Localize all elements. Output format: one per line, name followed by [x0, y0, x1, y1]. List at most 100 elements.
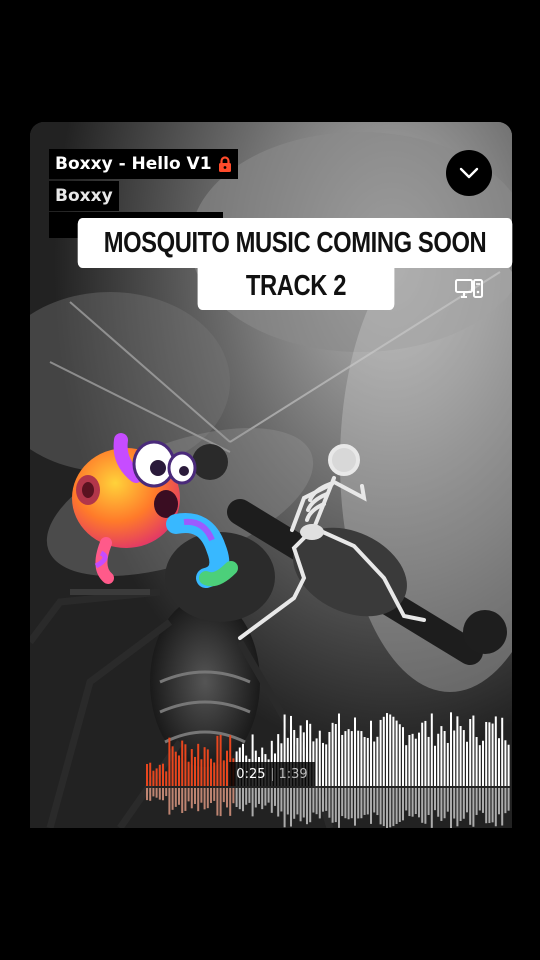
waveform-reflection-bar [190, 788, 193, 809]
skeleton-sticker [238, 444, 426, 640]
waveform-reflection-bar [162, 788, 164, 801]
waveform-reflection-bar [235, 788, 238, 808]
waveform-reflection-bar [210, 788, 212, 804]
waveform-reflection-bar [414, 788, 417, 815]
waveform-bar [498, 738, 500, 786]
waveform-bar [418, 732, 420, 786]
waveform-reflection-bar [446, 788, 449, 812]
waveform-bar [488, 722, 491, 786]
waveform-reflection-bar [382, 788, 385, 827]
collapse-button[interactable] [446, 150, 492, 196]
waveform-reflection-bar [440, 788, 443, 821]
waveform-reflection-bar [341, 788, 344, 817]
waveform-reflection-bar [216, 788, 219, 816]
waveform-bar [386, 713, 388, 786]
waveform-reflection-bar [296, 788, 299, 815]
waveform-reflection-bar [299, 788, 302, 822]
waveform-bar [411, 733, 414, 786]
waveform-bar [366, 737, 369, 786]
waveform-bar [178, 755, 180, 786]
waveform-reflection-bar [376, 788, 379, 816]
waveform-reflection-bar [229, 788, 232, 816]
waveform-bar [469, 719, 472, 786]
monitor-icon[interactable] [455, 278, 483, 300]
waveform-reflection-bar [424, 788, 427, 824]
waveform-bar [344, 731, 347, 786]
waveform-reflection-bar [389, 788, 392, 828]
waveform-reflection-bar [251, 788, 254, 817]
waveform-reflection-bar [411, 788, 414, 817]
waveform-reflection-bar [168, 788, 171, 815]
waveform-reflection-bar [149, 788, 152, 801]
waveform-reflection-bar [360, 788, 363, 819]
waveform-bar [226, 750, 228, 786]
waveform-reflection-bar [354, 788, 356, 826]
waveform-bar [440, 726, 443, 786]
artist-chip[interactable]: Boxxy [49, 181, 119, 211]
waveform-bar [459, 726, 462, 786]
waveform-bar [395, 720, 398, 786]
waveform-reflection-bar [344, 788, 347, 819]
waveform-bar [184, 744, 187, 786]
waveform-reflection-bar [501, 788, 504, 826]
waveform-bar [427, 736, 430, 786]
waveform-reflection-bar [331, 788, 334, 823]
waveform-reflection-bar [184, 788, 187, 811]
waveform-bar [341, 734, 344, 786]
waveform-reflection-bar [270, 788, 273, 813]
waveform-reflection-bar [434, 788, 436, 811]
waveform-reflection-bar [405, 788, 408, 811]
waveform-reflection-bar [427, 788, 430, 815]
waveform-bar [158, 764, 161, 786]
waveform-reflection-bar [408, 788, 411, 817]
waveform-reflection-bar [459, 788, 462, 821]
waveform-bar [181, 740, 184, 786]
total-duration: 1:39 [278, 766, 308, 782]
waveform-bar [382, 716, 385, 786]
waveform-reflection-bar [178, 788, 180, 805]
waveform-bar [472, 715, 475, 786]
waveform-bar [187, 761, 190, 786]
waveform-reflection-bar [152, 788, 155, 797]
artist-name[interactable]: Boxxy [55, 186, 113, 206]
waveform-bar [453, 730, 456, 786]
waveform-bar [405, 745, 408, 786]
waveform-reflection-bar [504, 788, 507, 814]
waveform-bar [392, 716, 395, 786]
track-title: Boxxy - Hello V1 [55, 154, 212, 174]
waveform-bar [507, 744, 510, 786]
waveform-reflection-bar [485, 788, 488, 824]
waveform-reflection-bar [488, 788, 491, 824]
waveform-bar [373, 741, 376, 786]
waveform-reflection-bar [478, 788, 481, 811]
waveform-reflection-bar [290, 788, 292, 827]
waveform-bar [222, 760, 225, 786]
waveform-reflection-bar [453, 788, 456, 819]
waveform-reflection-bar [286, 788, 289, 815]
waveform-reflection-bar [334, 788, 337, 823]
waveform-reflection-bar [264, 788, 267, 806]
waveform-bar [430, 713, 433, 786]
waveform-reflection-bar [277, 788, 280, 817]
waveform-bar [325, 744, 328, 786]
waveform-reflection-bar [318, 788, 321, 819]
caption-line-1: MOSQUITO MUSIC COMING SOON [77, 218, 513, 268]
waveform-bar [475, 737, 478, 786]
waveform-reflection-bar [248, 788, 251, 803]
caption-text-1: MOSQUITO MUSIC COMING SOON [103, 226, 487, 259]
waveform-reflection-bar [155, 788, 158, 798]
audio-waveform[interactable] [146, 708, 512, 828]
waveform-bar [370, 720, 372, 786]
waveform-reflection-bar [280, 788, 283, 812]
waveform-bar [357, 730, 360, 786]
waveform-bar [171, 746, 174, 786]
waveform-reflection-bar [370, 788, 372, 824]
waveform-bar [501, 717, 504, 786]
waveform-reflection-bar [258, 788, 260, 804]
caption-text-2: TRACK 2 [245, 269, 347, 302]
waveform-reflection-bar [443, 788, 446, 819]
waveform-bar [174, 751, 177, 786]
waveform-reflection-bar [363, 788, 366, 815]
waveform-bar [210, 758, 212, 786]
waveform-reflection-bar [213, 788, 216, 801]
